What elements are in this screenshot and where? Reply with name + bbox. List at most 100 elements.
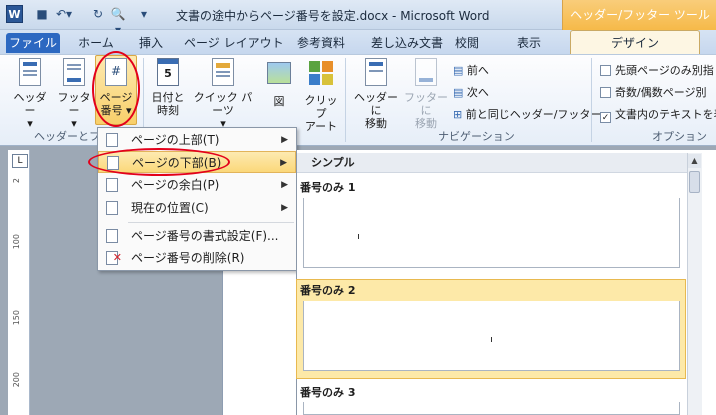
option-odd-even[interactable]: 奇数/偶数ページ別	[600, 84, 707, 100]
previous-button[interactable]: ▤ 前へ	[453, 62, 489, 78]
picture-button[interactable]: 図	[262, 58, 296, 108]
next-icon: ▤	[453, 86, 464, 99]
footer-label: フッター	[57, 91, 91, 117]
remove-page-number-icon: ✕	[106, 251, 122, 265]
goto-header-icon	[363, 58, 389, 88]
calendar-icon: 5	[155, 58, 181, 88]
goto-header-label: ヘッダーに	[354, 91, 398, 117]
date-time-button[interactable]: 5 日付と 時刻	[148, 58, 188, 117]
ruler-mark: 200	[12, 372, 21, 388]
submenu-arrow-icon: ▶	[280, 158, 287, 168]
ruler-mark: 150	[12, 310, 21, 326]
tab-insert[interactable]: 挿入	[134, 33, 168, 53]
clip-art-icon	[308, 61, 334, 91]
option-first-page[interactable]: 先頭ページのみ別指	[600, 62, 714, 78]
clip-art-label: クリップ	[304, 94, 338, 120]
previous-label: 前へ	[466, 64, 489, 77]
page-number-mark	[491, 337, 492, 342]
current-position-icon	[106, 201, 118, 215]
clip-art-button[interactable]: クリップ アート	[300, 58, 342, 133]
tab-references[interactable]: 参考資料	[292, 33, 350, 53]
print-preview-icon[interactable]: 🔍▾	[110, 6, 126, 37]
page-top-icon	[106, 133, 118, 147]
tab-selector[interactable]: L	[12, 154, 28, 168]
gallery-item-title: 番号のみ 2	[300, 284, 356, 297]
undo-icon[interactable]: ↶▾	[56, 6, 72, 22]
group-label-options: オプション	[652, 130, 707, 143]
footer-icon	[61, 58, 87, 88]
tab-home[interactable]: ホーム	[74, 33, 118, 53]
picture-label: 図	[273, 95, 285, 108]
menu-item-page-margins[interactable]: ページの余白(P) ▶	[98, 174, 296, 196]
save-icon[interactable]: ■	[34, 6, 50, 22]
ruler-mark: 100	[12, 234, 21, 250]
menu-item-label: ページの余白(P)	[131, 178, 220, 192]
previous-icon: ▤	[453, 64, 464, 77]
header-button[interactable]: ヘッダー ▾	[10, 58, 50, 130]
show-text-checkbox[interactable]: ✓	[600, 112, 611, 123]
date-time-label: 日付と	[151, 91, 185, 104]
quick-parts-icon	[210, 58, 236, 88]
tab-design[interactable]: デザイン	[570, 30, 700, 55]
goto-header-label-2: 移動	[365, 117, 387, 130]
submenu-arrow-icon: ▶	[281, 135, 288, 145]
goto-footer-icon	[413, 58, 439, 88]
tab-file[interactable]: ファイル	[6, 33, 60, 53]
footer-button[interactable]: フッター ▾	[54, 58, 94, 130]
odd-even-checkbox[interactable]	[600, 87, 611, 98]
link-previous-label: 前と同じヘッダー/フッター	[465, 108, 602, 121]
menu-item-label: ページ番号の削除(R)	[131, 251, 245, 265]
menu-separator	[128, 222, 294, 223]
menu-item-label: ページ番号の書式設定(F)...	[131, 229, 279, 243]
link-previous-button[interactable]: ⊞ 前と同じヘッダー/フッター	[453, 106, 601, 122]
page-number-mark	[358, 234, 359, 239]
gallery-item-title: 番号のみ 3	[300, 386, 356, 399]
quick-parts-label: クイック パーツ	[193, 91, 253, 117]
goto-footer-button[interactable]: フッターに 移動	[402, 58, 450, 130]
gallery-item-plain-number-1[interactable]	[303, 198, 680, 268]
menu-item-remove-page-numbers[interactable]: ✕ ページ番号の削除(R)	[98, 247, 296, 269]
menu-item-top-of-page[interactable]: ページの上部(T) ▶	[98, 129, 296, 151]
goto-header-button[interactable]: ヘッダーに 移動	[350, 58, 402, 130]
customize-toolbar-icon[interactable]: ▾	[136, 6, 152, 22]
submenu-arrow-icon: ▶	[281, 180, 288, 190]
first-page-checkbox[interactable]	[600, 65, 611, 76]
window-title: 文書の途中からページ番号を設定.docx - Microsoft Word	[176, 9, 490, 23]
gallery-item-plain-number-2[interactable]	[303, 301, 680, 371]
scroll-up-icon[interactable]: ▲	[688, 154, 701, 168]
quick-parts-button[interactable]: クイック パーツ ▾	[190, 58, 256, 130]
annotation-circle-bottom-of-page	[88, 148, 230, 176]
annotation-circle-page-number	[92, 51, 140, 127]
tab-mailings[interactable]: 差し込み文書	[366, 33, 448, 53]
date-time-label-2: 時刻	[157, 104, 179, 117]
next-button[interactable]: ▤ 次へ	[453, 84, 489, 100]
submenu-arrow-icon: ▶	[281, 203, 288, 213]
odd-even-label: 奇数/偶数ページ別	[615, 86, 707, 99]
group-separator	[591, 58, 592, 142]
tab-review[interactable]: 校閲	[452, 33, 482, 53]
redo-icon[interactable]: ↻	[90, 6, 106, 22]
scroll-thumb[interactable]	[689, 171, 700, 193]
gallery-item-title: 番号のみ 1	[300, 181, 356, 194]
option-show-text[interactable]: ✓ 文書内のテキストを表	[600, 106, 716, 123]
picture-icon	[266, 62, 292, 92]
tab-view[interactable]: 表示	[514, 33, 544, 53]
menu-item-label: 現在の位置(C)	[131, 201, 209, 215]
group-label-navigation: ナビゲーション	[438, 130, 515, 143]
ruler-mark: 2	[12, 178, 21, 184]
group-separator	[345, 58, 346, 142]
page-margin-icon	[106, 178, 118, 192]
menu-item-current-position[interactable]: 現在の位置(C) ▶	[98, 197, 296, 219]
contextual-group-title: ヘッダー/フッター ツール	[570, 8, 710, 22]
link-icon: ⊞	[453, 108, 463, 121]
next-label: 次へ	[466, 86, 489, 99]
gallery-item-plain-number-3[interactable]	[303, 402, 680, 415]
show-text-label: 文書内のテキストを表	[615, 108, 716, 121]
menu-item-format-page-numbers[interactable]: ページ番号の書式設定(F)...	[98, 225, 296, 247]
first-page-label: 先頭ページのみ別指	[615, 64, 714, 77]
goto-footer-label: フッターに	[404, 91, 448, 117]
header-icon	[17, 58, 43, 88]
header-label: ヘッダー	[13, 91, 47, 117]
tab-page-layout[interactable]: ページ レイアウト	[184, 33, 284, 53]
word-app-icon[interactable]: W	[6, 5, 23, 23]
